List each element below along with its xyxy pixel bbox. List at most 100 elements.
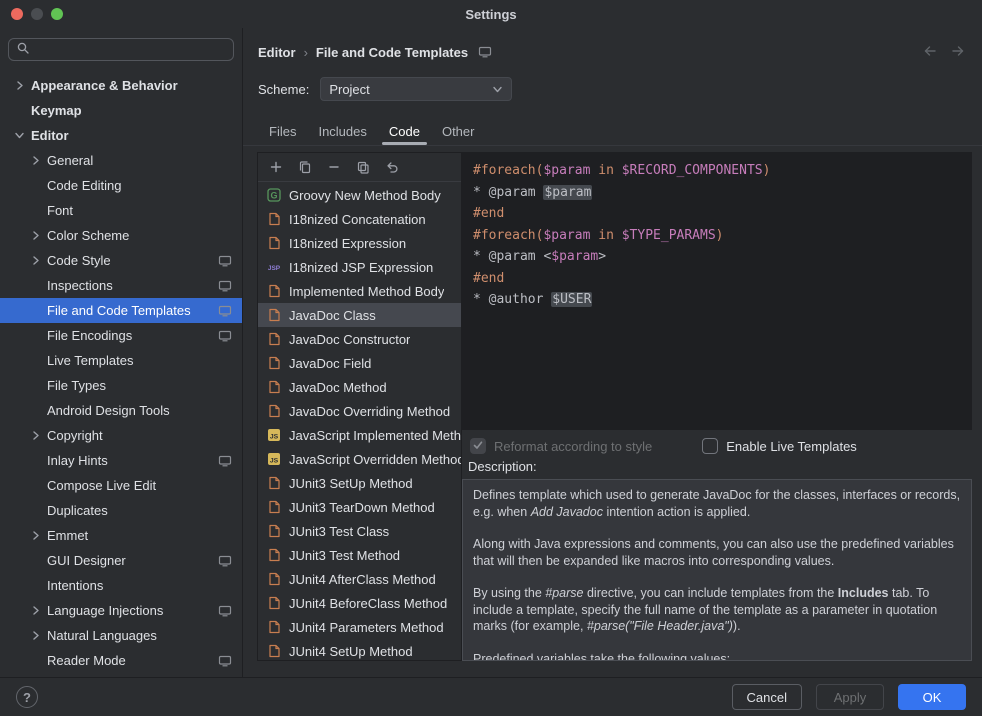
sidebar-item-keymap[interactable]: Keymap xyxy=(0,98,242,123)
template-item-label: JavaScript Overridden Method Body xyxy=(289,452,461,467)
close-button[interactable] xyxy=(11,8,23,20)
template-item-junit3-test-method[interactable]: JUnit3 Test Method xyxy=(258,543,461,567)
sidebar-item-code-editing[interactable]: Code Editing xyxy=(0,173,242,198)
sidebar-item-copyright[interactable]: Copyright xyxy=(0,423,242,448)
sidebar-item-natural-languages[interactable]: Natural Languages xyxy=(0,623,242,648)
sidebar-item-live-templates[interactable]: Live Templates xyxy=(0,348,242,373)
add-icon[interactable] xyxy=(268,159,284,175)
chevron-right-icon[interactable] xyxy=(14,80,31,91)
forward-arrow-icon[interactable] xyxy=(950,44,966,58)
template-item-javadoc-method[interactable]: JavaDoc Method xyxy=(258,375,461,399)
copy-icon[interactable] xyxy=(297,159,313,175)
sidebar-item-duplicates[interactable]: Duplicates xyxy=(0,498,242,523)
template-item-javadoc-class[interactable]: JavaDoc Class xyxy=(258,303,461,327)
sidebar-item-editor[interactable]: Editor xyxy=(0,123,242,148)
sidebar-item-label: Duplicates xyxy=(47,503,108,518)
description-box: Defines template which used to generate … xyxy=(462,479,972,661)
zoom-button[interactable] xyxy=(51,8,63,20)
live-templates-option[interactable]: Enable Live Templates xyxy=(702,438,857,454)
sidebar-item-file-and-code-templates[interactable]: File and Code Templates xyxy=(0,298,242,323)
sidebar-item-intentions[interactable]: Intentions xyxy=(0,573,242,598)
sidebar-item-inspections[interactable]: Inspections xyxy=(0,273,242,298)
template-item-i18nized-jsp-expression[interactable]: JSP I18nized JSP Expression xyxy=(258,255,461,279)
chevron-right-icon[interactable] xyxy=(30,155,47,166)
svg-text:JSP: JSP xyxy=(268,265,281,272)
template-item-label: Implemented Method Body xyxy=(289,284,444,299)
settings-tree: Appearance & BehaviorKeymapEditorGeneral… xyxy=(0,73,242,673)
duplicate-icon[interactable] xyxy=(355,159,371,175)
sidebar-item-emmet[interactable]: Emmet xyxy=(0,523,242,548)
chevron-right-icon[interactable] xyxy=(30,630,47,641)
breadcrumb-editor[interactable]: Editor xyxy=(258,45,296,60)
sidebar-item-code-style[interactable]: Code Style xyxy=(0,248,242,273)
sidebar-item-appearance-behavior[interactable]: Appearance & Behavior xyxy=(0,73,242,98)
template-item-i18nized-expression[interactable]: I18nized Expression xyxy=(258,231,461,255)
template-item-junit3-teardown-method[interactable]: JUnit3 TearDown Method xyxy=(258,495,461,519)
apply-button[interactable]: Apply xyxy=(816,684,884,710)
sidebar-item-gui-designer[interactable]: GUI Designer xyxy=(0,548,242,573)
chevron-right-icon[interactable] xyxy=(30,430,47,441)
tab-includes[interactable]: Includes xyxy=(307,118,377,145)
template-icon xyxy=(266,404,282,418)
code-line: * @author $USER xyxy=(473,289,961,311)
back-arrow-icon[interactable] xyxy=(922,44,938,58)
help-button[interactable]: ? xyxy=(16,686,38,708)
scheme-select[interactable]: Project xyxy=(320,77,512,101)
sidebar-item-language-injections[interactable]: Language Injections xyxy=(0,598,242,623)
chevron-right-icon[interactable] xyxy=(30,530,47,541)
monitor-icon xyxy=(218,305,232,317)
template-item-i18nized-concatenation[interactable]: I18nized Concatenation xyxy=(258,207,461,231)
template-item-label: JavaDoc Method xyxy=(289,380,387,395)
sidebar-item-general[interactable]: General xyxy=(0,148,242,173)
template-icon xyxy=(266,212,282,226)
sidebar-item-file-types[interactable]: File Types xyxy=(0,373,242,398)
tab-code[interactable]: Code xyxy=(378,118,431,145)
template-item-javadoc-overriding-method[interactable]: JavaDoc Overriding Method xyxy=(258,399,461,423)
live-templates-checkbox[interactable] xyxy=(702,438,718,454)
sidebar-item-color-scheme[interactable]: Color Scheme xyxy=(0,223,242,248)
tab-other[interactable]: Other xyxy=(431,118,486,145)
template-item-javadoc-constructor[interactable]: JavaDoc Constructor xyxy=(258,327,461,351)
template-item-junit3-test-class[interactable]: JUnit3 Test Class xyxy=(258,519,461,543)
chevron-right-icon[interactable] xyxy=(30,255,47,266)
template-item-javascript-overridden-method-body[interactable]: JSJavaScript Overridden Method Body xyxy=(258,447,461,471)
monitor-icon xyxy=(218,255,232,267)
template-item-javadoc-field[interactable]: JavaDoc Field xyxy=(258,351,461,375)
js-icon: JS xyxy=(266,428,282,442)
titlebar: Settings xyxy=(0,0,982,28)
tab-files[interactable]: Files xyxy=(258,118,307,145)
template-editor[interactable]: #foreach($param in $RECORD_COMPONENTS) *… xyxy=(462,152,972,430)
template-item-label: JUnit4 BeforeClass Method xyxy=(289,596,447,611)
sidebar-item-reader-mode[interactable]: Reader Mode xyxy=(0,648,242,673)
chevron-right-icon[interactable] xyxy=(30,230,47,241)
sidebar-item-inlay-hints[interactable]: Inlay Hints xyxy=(0,448,242,473)
minimize-button xyxy=(31,8,43,20)
template-item-junit4-setup-method[interactable]: JUnit4 SetUp Method xyxy=(258,639,461,660)
template-item-junit4-beforeclass-method[interactable]: JUnit4 BeforeClass Method xyxy=(258,591,461,615)
chevron-right-icon[interactable] xyxy=(30,605,47,616)
search-input[interactable] xyxy=(8,38,234,61)
template-item-junit4-afterclass-method[interactable]: JUnit4 AfterClass Method xyxy=(258,567,461,591)
ok-button[interactable]: OK xyxy=(898,684,966,710)
sidebar-item-font[interactable]: Font xyxy=(0,198,242,223)
template-item-implemented-method-body[interactable]: Implemented Method Body xyxy=(258,279,461,303)
template-item-label: JUnit3 SetUp Method xyxy=(289,476,413,491)
template-icon xyxy=(266,548,282,562)
monitor-icon xyxy=(218,605,232,617)
template-item-junit3-setup-method[interactable]: JUnit3 SetUp Method xyxy=(258,471,461,495)
sidebar-item-compose-live-edit[interactable]: Compose Live Edit xyxy=(0,473,242,498)
template-item-label: I18nized JSP Expression xyxy=(289,260,433,275)
sidebar-item-label: Inlay Hints xyxy=(47,453,108,468)
remove-icon[interactable] xyxy=(326,159,342,175)
sidebar-item-android-design-tools[interactable]: Android Design Tools xyxy=(0,398,242,423)
template-item-groovy-new-method-body[interactable]: GGroovy New Method Body xyxy=(258,183,461,207)
revert-icon[interactable] xyxy=(384,159,400,175)
sidebar-item-file-encodings[interactable]: File Encodings xyxy=(0,323,242,348)
template-item-junit4-parameters-method[interactable]: JUnit4 Parameters Method xyxy=(258,615,461,639)
code-line: #end xyxy=(473,203,961,225)
chevron-down-icon[interactable] xyxy=(14,130,31,141)
cancel-button[interactable]: Cancel xyxy=(732,684,802,710)
checkmark-icon xyxy=(472,439,484,454)
template-icon xyxy=(266,284,282,298)
template-item-javascript-implemented-method-body[interactable]: JSJavaScript Implemented Method Body xyxy=(258,423,461,447)
